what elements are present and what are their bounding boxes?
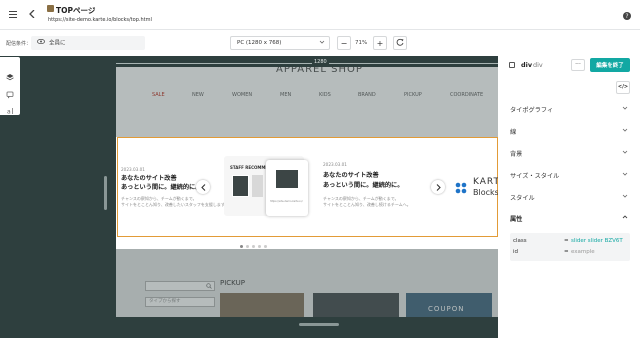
chevron-down-icon (622, 193, 628, 201)
slide-left-heading-2: あっという間に。継続的に。 (121, 184, 202, 191)
code-icon: </> (617, 84, 629, 90)
attr-value-id[interactable]: example (571, 249, 625, 255)
zoom-in-label: + (376, 38, 384, 48)
selected-slider[interactable]: 2023.03.01 あなたのサイト改善 あっという間に。継続的に。 チャンスの… (117, 137, 498, 237)
attr-value-class[interactable]: slider slider BZV6T (571, 238, 625, 244)
page-icon (47, 5, 54, 12)
page-title: TOPページ (56, 6, 96, 15)
condition-select[interactable]: 全員に (31, 36, 145, 50)
karte-logo-line1: KART (473, 177, 498, 187)
phone-mockup: https://site-demo.karte.io/ (266, 160, 308, 216)
page-url: https://site-demo.karte.io/blocks/top.ht… (48, 17, 152, 23)
horizontal-resize-handle[interactable] (299, 323, 339, 326)
condition-label: 配信条件： (6, 41, 32, 47)
slide-right-date: 2023.03.01 (323, 162, 347, 167)
pickup-section: タイプから探す PICKUP COUPON (116, 249, 498, 317)
zoom-out-button[interactable]: − (337, 36, 351, 50)
staff-thumb-2 (252, 175, 263, 197)
code-button[interactable]: </> (616, 81, 630, 94)
slide-left-date: 2023.03.01 (121, 167, 145, 172)
slide-left-heading-1: あなたのサイト改善 (121, 175, 177, 182)
width-ruler: 1280 (116, 59, 498, 67)
properties-panel: div div ··· 編集を終了 </> タイポグラフィ 線 背景 サイズ・ス… (498, 30, 640, 338)
section-border-label: 線 (510, 129, 517, 136)
section-size-style[interactable]: サイズ・スタイル (510, 171, 628, 180)
slide-right-heading-1: あなたのサイト改善 (323, 172, 379, 179)
svg-text:?: ? (625, 13, 628, 20)
chevron-down-icon (622, 171, 628, 179)
back-chevron-icon[interactable] (27, 9, 37, 19)
section-background-label: 背景 (510, 151, 523, 158)
attr-key-id: id (513, 249, 519, 255)
attr-equals: = (564, 238, 569, 244)
karte-logo-icon (454, 180, 468, 194)
slider-dot[interactable] (252, 245, 255, 248)
vertical-resize-handle[interactable] (104, 176, 107, 210)
zoom-in-button[interactable]: + (373, 36, 387, 50)
comment-icon[interactable] (6, 84, 14, 99)
slider-dots (240, 245, 267, 248)
zoom-value: 71% (355, 40, 368, 46)
section-attributes-label: 属性 (510, 216, 523, 223)
slider-dot[interactable] (246, 245, 249, 248)
slide-left-desc-2: サイトをとことん知り、改善したいスタッフを支援します。 (121, 202, 229, 207)
layers-icon[interactable] (6, 66, 14, 81)
ruler-line (116, 63, 498, 64)
slider-next-button[interactable] (431, 180, 445, 194)
dim-top (116, 67, 498, 137)
slider-dot[interactable] (240, 245, 243, 248)
karte-logo-line2: Blocks (473, 188, 498, 197)
section-background[interactable]: 背景 (510, 149, 628, 158)
dim-bottom (116, 249, 498, 317)
zoom-out-label: − (340, 38, 348, 48)
section-attributes[interactable]: 属性 (510, 214, 628, 223)
slide-right-heading-2: あっという間に。継続的に。 (323, 182, 404, 189)
text-direction-icon[interactable]: a (6, 100, 14, 116)
slider-prev-button[interactable] (196, 180, 210, 194)
attr-equals: = (564, 249, 569, 255)
chevron-down-icon (622, 105, 628, 113)
staff-thumb-1 (232, 175, 249, 197)
help-icon[interactable]: ? (622, 11, 631, 20)
top-bar: TOPページ https://site-demo.karte.io/blocks… (0, 0, 640, 30)
chevron-up-icon (622, 214, 628, 222)
section-size-style-label: サイズ・スタイル (510, 173, 560, 180)
device-value: PC (1280 x 768) (237, 40, 282, 46)
finish-editing-button[interactable]: 編集を終了 (590, 58, 630, 72)
element-tag: div (521, 61, 533, 69)
finish-editing-label: 編集を終了 (596, 63, 624, 69)
chevron-down-icon (622, 127, 628, 135)
slider-dot[interactable] (258, 245, 261, 248)
element-checkbox[interactable] (509, 62, 515, 68)
slide-right-desc-2: サイトをとことん知り、改善し続けるチームへ。 (323, 202, 411, 207)
preview-toolbar: 配信条件： 全員に PC (1280 x 768) − 71% + (0, 30, 498, 56)
section-typography-label: タイポグラフィ (510, 107, 554, 114)
device-select[interactable]: PC (1280 x 768) (230, 36, 330, 50)
left-toolstrip: a (0, 57, 20, 116)
phone-thumb (276, 170, 298, 188)
slider-dot[interactable] (264, 245, 267, 248)
svg-text:a: a (7, 109, 11, 116)
section-style[interactable]: スタイル (510, 193, 628, 202)
chevron-down-icon (622, 149, 628, 157)
phone-url: https://site-demo.karte.io/ (270, 200, 303, 203)
section-typography[interactable]: タイポグラフィ (510, 105, 628, 114)
refresh-button[interactable] (393, 36, 407, 50)
eye-icon (37, 36, 45, 50)
condition-value: 全員に (49, 40, 66, 47)
refresh-icon (396, 38, 404, 48)
attributes-table: class = slider slider BZV6T id = example (510, 233, 630, 261)
section-border[interactable]: 線 (510, 127, 628, 136)
site-preview: APPAREL SHOP SALE NEW WOMEN MEN KIDS BRA… (116, 67, 498, 317)
ruler-width: 1280 (312, 59, 329, 65)
more-icon: ··· (575, 61, 581, 68)
section-style-label: スタイル (510, 195, 535, 202)
hamburger-menu-icon[interactable] (8, 9, 18, 19)
element-name: div (533, 61, 543, 69)
more-button[interactable]: ··· (571, 59, 585, 71)
chevron-down-icon (319, 37, 325, 52)
attr-key-class: class (513, 238, 527, 244)
